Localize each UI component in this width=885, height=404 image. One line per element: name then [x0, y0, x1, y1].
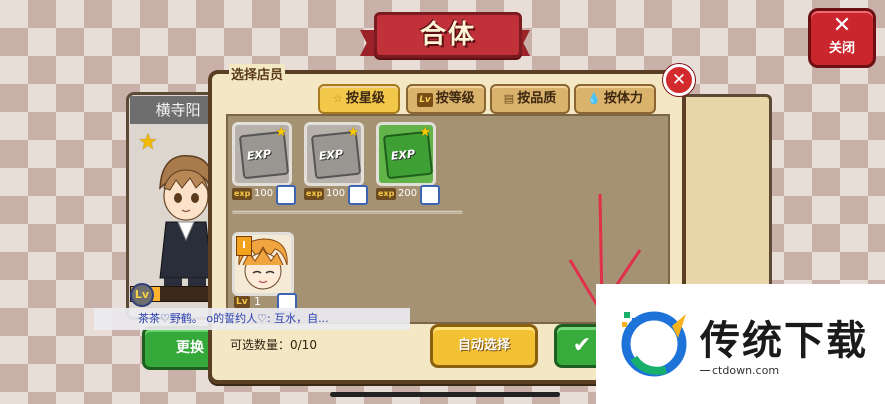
level-badge: Lv — [130, 283, 154, 307]
star-icon: ★ — [419, 125, 431, 140]
selectable-count: 可选数量：0/10 — [230, 338, 317, 352]
exp-book-item[interactable]: EXP ★ — [304, 122, 364, 186]
sort-by-level-button[interactable]: Lv 按等级 — [406, 84, 486, 114]
dialog-close-button[interactable]: ✕ — [663, 64, 695, 96]
close-icon: ✕ — [832, 13, 852, 38]
star-icon: ★ — [275, 125, 287, 140]
title-ribbon: 合体 — [360, 8, 530, 60]
drop-icon: 💧 — [587, 92, 601, 105]
auto-select-button[interactable]: 自动选择 — [430, 324, 538, 368]
lv-icon: Lv — [417, 93, 433, 107]
close-button[interactable]: ✕ 关闭 — [808, 8, 876, 68]
watermark-subtitle: ctdown.com — [712, 364, 780, 377]
select-checkbox[interactable] — [348, 185, 368, 205]
sort-by-star-button[interactable]: ☆ 按星级 — [318, 84, 400, 114]
watermark-title: 传统下载 — [700, 318, 868, 364]
close-icon: ✕ — [671, 70, 687, 90]
sort-by-stamina-button[interactable]: 💧 按体力 — [574, 84, 656, 114]
star-icon: ☆ — [333, 92, 343, 105]
dialog-title: 选择店员 — [229, 64, 286, 83]
chat-message: 茶茶♡野鹤。 o的誓约人♡: 互水，自... — [94, 308, 410, 330]
book-icon: ▤ — [503, 92, 515, 105]
home-indicator — [330, 392, 560, 397]
star-icon: ★ — [347, 125, 359, 140]
watermark-logo — [621, 311, 687, 377]
exp-book-item[interactable]: EXP ★ — [232, 122, 292, 186]
close-button-label: 关闭 — [828, 41, 855, 56]
sort-bar: ☆ 按星级 Lv 按等级 ▤ 按品质 💧 按体力 — [318, 84, 658, 114]
watermark-rule — [700, 370, 710, 371]
sort-by-quality-button[interactable]: ▤ 按品质 — [490, 84, 570, 114]
select-checkbox[interactable] — [276, 185, 296, 205]
rank-badge: I — [236, 236, 252, 256]
exp-book-item[interactable]: EXP ★ — [376, 122, 436, 186]
select-checkbox[interactable] — [420, 185, 440, 205]
page-title: 合体 — [419, 20, 476, 50]
checkmark-icon: ✔ — [572, 333, 592, 358]
